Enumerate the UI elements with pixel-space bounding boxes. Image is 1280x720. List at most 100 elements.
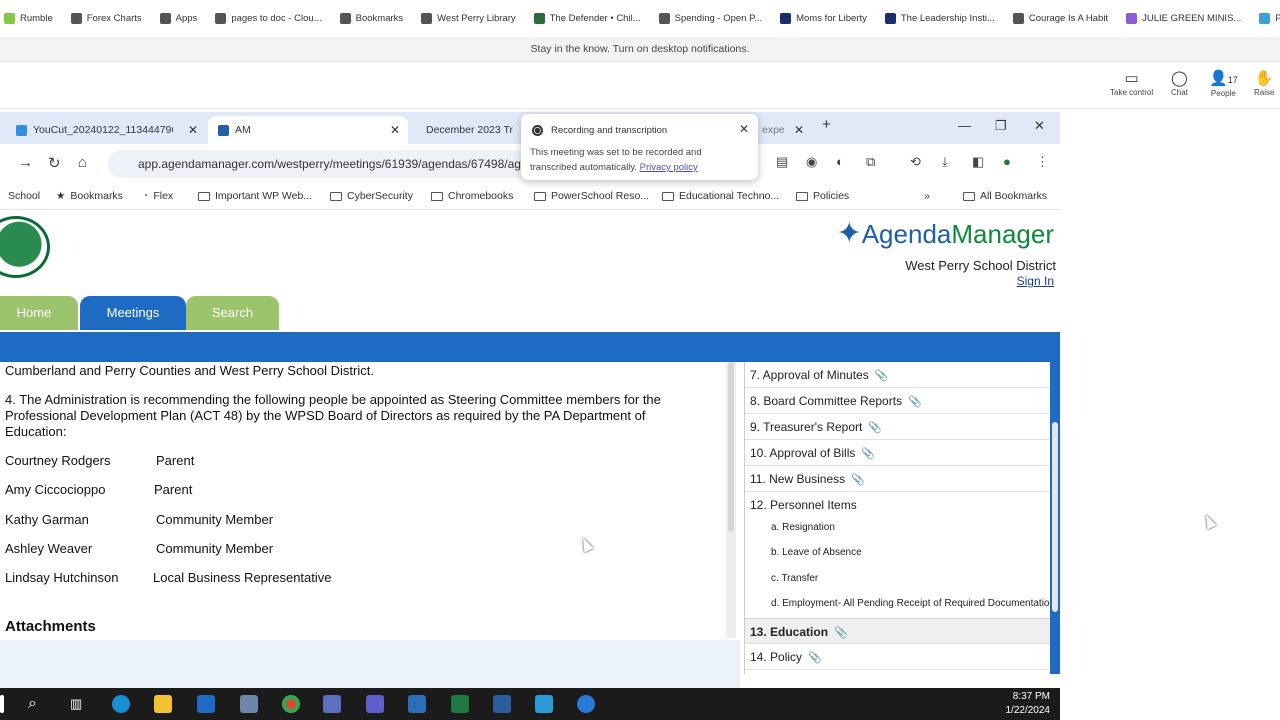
agenda-item[interactable]: 10. Approval of Bills 📎 [745, 440, 1050, 466]
close-window-icon[interactable]: ✕ [1034, 118, 1045, 134]
bookmark-folder[interactable]: Important WP Web... [198, 190, 312, 202]
teams-icon[interactable] [366, 695, 384, 713]
outer-bookmark-item[interactable]: pages to doc - Clou... [215, 13, 322, 24]
attachment-icon: 📎 [851, 474, 865, 486]
bookmark-item[interactable]: ◔ Flex [142, 190, 173, 202]
extension-icon[interactable]: ◐ [836, 154, 844, 169]
outer-bookmark-item[interactable]: Forex Charts [70, 13, 142, 24]
app-icon[interactable] [535, 695, 553, 713]
agenda-subitem[interactable]: b. Leave of Absence [771, 547, 862, 558]
agenda-item-selected[interactable]: 13. Education 📎 [745, 618, 1050, 644]
sign-in-link[interactable]: Sign In [1017, 274, 1054, 288]
folder-icon [662, 191, 674, 201]
outer-bookmark-item[interactable]: Rumble [4, 13, 53, 24]
attachment-icon: 📎 [834, 627, 848, 639]
outer-bookmark-item[interactable]: Courage Is A Habit [1012, 13, 1108, 24]
agenda-item[interactable]: 11. New Business 📎 [745, 466, 1050, 492]
nav-home[interactable]: Home [0, 296, 78, 330]
taskbar-clock[interactable]: 8:37 PM 1/22/2024 [1006, 690, 1051, 718]
bookmark-folder[interactable]: Chromebooks [431, 190, 513, 202]
outer-bookmark-item[interactable]: Bookmarks [339, 13, 403, 24]
agenda-subitem[interactable]: d. Employment- All Pending Receipt of Re… [771, 598, 1050, 609]
raise-hand-button[interactable]: ✋ Raise [1254, 70, 1274, 97]
search-icon[interactable]: ⌕ [28, 695, 46, 713]
outer-bookmark-label: Rumble [20, 13, 53, 24]
close-tab-icon[interactable]: ✕ [188, 123, 198, 137]
tab-am[interactable]: AM ✕ [208, 116, 408, 144]
tab-label: AM [235, 124, 251, 136]
agenda-item[interactable]: 12. Personnel Items [745, 492, 1050, 518]
agenda-item-label: 13. Education [750, 625, 829, 639]
outer-bookmark-item[interactable]: West Perry Library [421, 13, 516, 24]
close-tab-icon[interactable]: ✕ [794, 123, 804, 137]
take-control-button[interactable]: ▭ Take control [1110, 70, 1153, 97]
bookmark-folder[interactable]: PowerSchool Reso... [534, 190, 649, 202]
history-icon[interactable]: ⟲ [910, 154, 921, 170]
edge-icon[interactable] [112, 695, 130, 713]
agenda-scrollbar[interactable] [1050, 362, 1060, 674]
outlook-icon[interactable] [197, 695, 215, 713]
nav-meetings[interactable]: Meetings [80, 296, 186, 330]
tab-label: expe [762, 124, 785, 136]
agenda-item[interactable]: 7. Approval of Minutes 📎 [745, 362, 1050, 388]
chat-button[interactable]: ◯ Chat [1171, 70, 1188, 97]
bookmark-item[interactable]: ★ Bookmarks [56, 190, 123, 202]
profile-icon[interactable]: ● [1003, 154, 1011, 169]
file-explorer-icon[interactable] [154, 695, 172, 713]
more-bookmarks-icon[interactable]: » [924, 190, 930, 202]
side-panel-icon[interactable]: ◧ [972, 154, 984, 170]
reload-icon[interactable]: ↻ [48, 154, 61, 172]
network-icon[interactable] [493, 695, 511, 713]
agenda-item[interactable]: 9. Treasurer's Report 📎 [745, 414, 1050, 440]
reader-icon[interactable]: ▤ [776, 154, 788, 170]
forward-icon[interactable]: → [18, 154, 33, 171]
bookmark-folder[interactable]: CyberSecurity [330, 190, 413, 202]
menu-icon[interactable]: ⋮ [1036, 154, 1049, 170]
outer-bookmark-item[interactable]: The Defender • Chil... [533, 13, 641, 24]
start-icon[interactable] [0, 695, 4, 713]
bookmark-folder[interactable]: Educational Techno... [662, 190, 779, 202]
close-tab-icon[interactable]: ✕ [390, 123, 400, 137]
attachments-heading: Attachments [5, 618, 96, 635]
extension-icon[interactable]: ◉ [806, 154, 817, 170]
puzzle-icon[interactable]: ⧉ [866, 154, 875, 170]
restore-icon[interactable]: ❐ [995, 118, 1007, 134]
outer-bookmark-item[interactable]: JULIE GREEN MINIS... [1126, 13, 1241, 24]
outer-bookmark-item[interactable]: The Leadership Insti... [884, 13, 995, 24]
minimize-icon[interactable]: — [958, 118, 971, 133]
tab-youcut[interactable]: YouCut_20240122_113444796.m ✕ [6, 116, 206, 144]
task-view-icon[interactable]: ▥ [70, 695, 88, 713]
scroll-thumb[interactable] [1052, 422, 1058, 612]
tab-expe[interactable]: expe ✕ [752, 116, 812, 144]
home-icon[interactable]: ⌂ [78, 154, 87, 171]
close-icon[interactable]: ✕ [739, 122, 749, 136]
app-icon[interactable] [240, 695, 258, 713]
outer-bookmark-item[interactable]: Spending - Open P... [658, 13, 762, 24]
download-icon[interactable]: ⤓ [942, 154, 948, 170]
people-button[interactable]: 👤17 People [1209, 70, 1238, 98]
bookmark-folder[interactable]: All Bookmarks [963, 190, 1047, 202]
privacy-policy-link[interactable]: Privacy policy [640, 162, 698, 173]
agenda-subitem[interactable]: c. Transfer [771, 573, 818, 584]
scroll-thumb[interactable] [728, 362, 734, 532]
app-icon[interactable] [323, 695, 341, 713]
notification-bar[interactable]: Stay in the know. Turn on desktop notifi… [0, 37, 1280, 62]
nav-search[interactable]: Search [186, 296, 279, 330]
chrome-icon[interactable] [282, 695, 300, 713]
agenda-item[interactable]: 14. Policy 📎 [745, 644, 1050, 670]
agenda-subitem[interactable]: a. Resignation [771, 522, 835, 533]
bookmark-item[interactable]: School [8, 190, 40, 202]
folder-icon [963, 191, 975, 201]
excel-icon[interactable] [451, 695, 469, 713]
agenda-item[interactable]: 8. Board Committee Reports 📎 [745, 388, 1050, 414]
security-icon[interactable] [408, 695, 426, 713]
outer-bookmark-item[interactable]: PSBA [1259, 13, 1280, 24]
outer-bookmark-item[interactable]: Moms for Liberty [780, 13, 867, 24]
new-tab-icon[interactable]: + [822, 116, 831, 133]
tab-december[interactable]: December 2023 Tr [410, 116, 520, 144]
outer-bookmark-item[interactable]: Apps [159, 13, 197, 24]
clock-date: 1/22/2024 [1005, 705, 1051, 716]
content-scrollbar[interactable] [726, 362, 736, 638]
bookmark-folder[interactable]: Policies [796, 190, 849, 202]
app-icon[interactable] [577, 695, 595, 713]
